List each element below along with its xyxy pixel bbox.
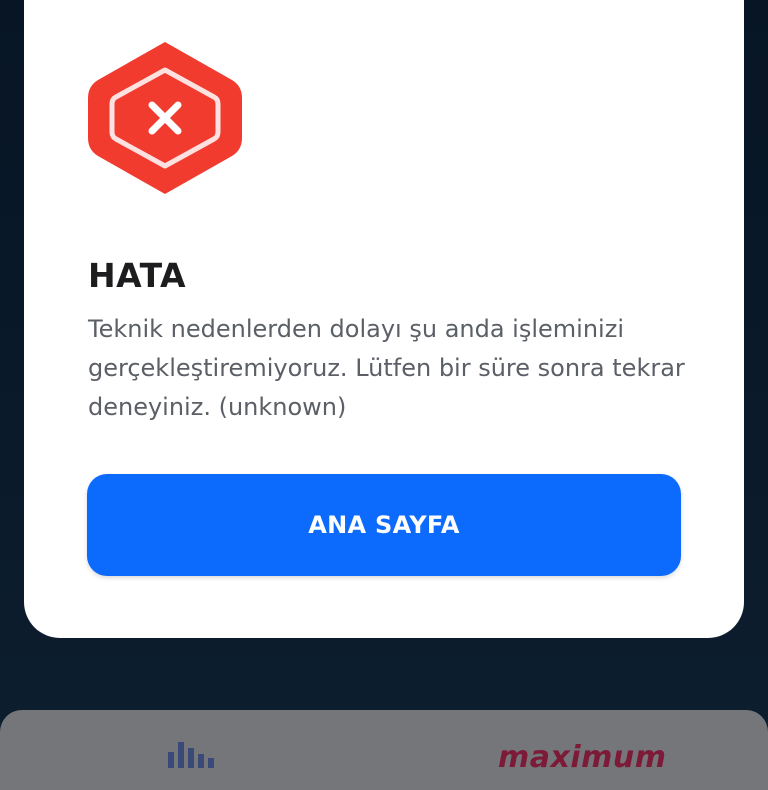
home-button[interactable]: ANA SAYFA: [87, 474, 681, 576]
error-title: HATA: [88, 256, 187, 295]
maximum-brand-logo: maximum: [498, 740, 667, 775]
error-hexagon-x-icon: [88, 42, 242, 194]
error-message: Teknik nedenlerden dolayı şu anda işlemi…: [88, 315, 685, 421]
bar-chart-icon: [168, 742, 214, 768]
